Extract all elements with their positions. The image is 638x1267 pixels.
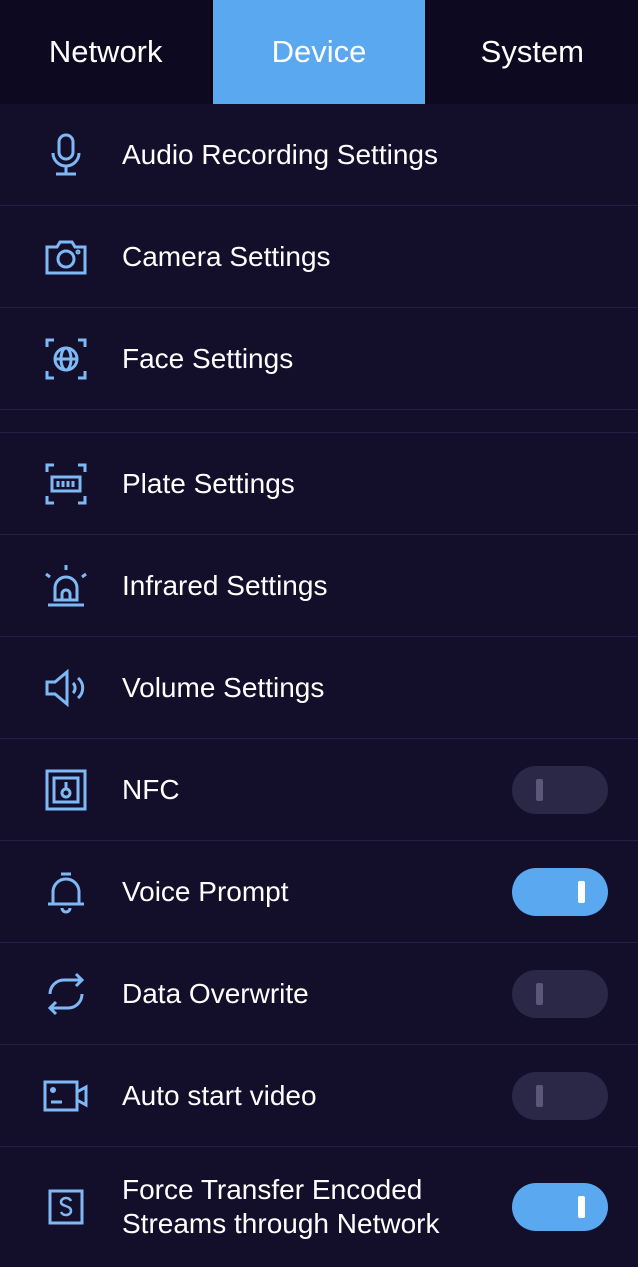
voice-prompt-toggle[interactable] bbox=[512, 867, 608, 916]
item-label: Audio Recording Settings bbox=[122, 138, 438, 170]
face-settings-item[interactable]: Face Settings bbox=[0, 308, 638, 410]
item-label: Face Settings bbox=[122, 342, 294, 374]
item-label: Volume Settings bbox=[122, 671, 325, 703]
volume-settings-item[interactable]: Volume Settings bbox=[0, 637, 638, 739]
s-box-icon bbox=[40, 1181, 92, 1233]
item-label: Infrared Settings bbox=[122, 569, 328, 601]
device-settings-list: Audio Recording Settings Camera Settings… bbox=[0, 104, 638, 1267]
toggle-knob bbox=[536, 1084, 543, 1107]
force-transfer-item: Force Transfer Encoded Streams through N… bbox=[0, 1147, 638, 1267]
item-label: NFC bbox=[122, 773, 180, 805]
data-overwrite-toggle[interactable] bbox=[512, 969, 608, 1018]
item-label: Auto start video bbox=[122, 1079, 317, 1111]
nfc-item: NFC bbox=[0, 739, 638, 841]
voice-prompt-item: Voice Prompt bbox=[0, 841, 638, 943]
tab-bar: Network Device System bbox=[0, 0, 638, 104]
auto-start-video-toggle[interactable] bbox=[512, 1071, 608, 1120]
tab-system[interactable]: System bbox=[427, 0, 638, 104]
camera-settings-item[interactable]: Camera Settings bbox=[0, 206, 638, 308]
item-label: Camera Settings bbox=[122, 240, 331, 272]
plate-settings-item[interactable]: Plate Settings bbox=[0, 433, 638, 535]
toggle-knob bbox=[536, 982, 543, 1005]
tab-network[interactable]: Network bbox=[0, 0, 214, 104]
force-transfer-toggle[interactable] bbox=[512, 1183, 608, 1231]
nfc-toggle[interactable] bbox=[512, 765, 608, 814]
alarm-light-icon bbox=[40, 560, 92, 612]
camera-icon bbox=[40, 231, 92, 283]
data-overwrite-item: Data Overwrite bbox=[0, 943, 638, 1045]
toggle-knob bbox=[578, 1196, 585, 1218]
item-label: Plate Settings bbox=[122, 467, 295, 499]
divider bbox=[0, 410, 638, 433]
tab-device[interactable]: Device bbox=[213, 0, 427, 104]
item-label: Force Transfer Encoded Streams through N… bbox=[122, 1174, 440, 1239]
license-plate-icon bbox=[40, 458, 92, 510]
infrared-settings-item[interactable]: Infrared Settings bbox=[0, 535, 638, 637]
face-scan-icon bbox=[40, 333, 92, 385]
microphone-icon bbox=[40, 129, 92, 181]
sync-arrows-icon bbox=[40, 968, 92, 1020]
toggle-knob bbox=[536, 778, 543, 801]
speaker-icon bbox=[40, 662, 92, 714]
toggle-knob bbox=[578, 880, 585, 903]
item-label: Data Overwrite bbox=[122, 977, 309, 1009]
bell-icon bbox=[40, 866, 92, 918]
auto-start-video-item: Auto start video bbox=[0, 1045, 638, 1147]
video-camera-icon bbox=[40, 1070, 92, 1122]
item-label: Voice Prompt bbox=[122, 875, 289, 907]
audio-recording-settings-item[interactable]: Audio Recording Settings bbox=[0, 104, 638, 206]
nfc-icon bbox=[40, 764, 92, 816]
